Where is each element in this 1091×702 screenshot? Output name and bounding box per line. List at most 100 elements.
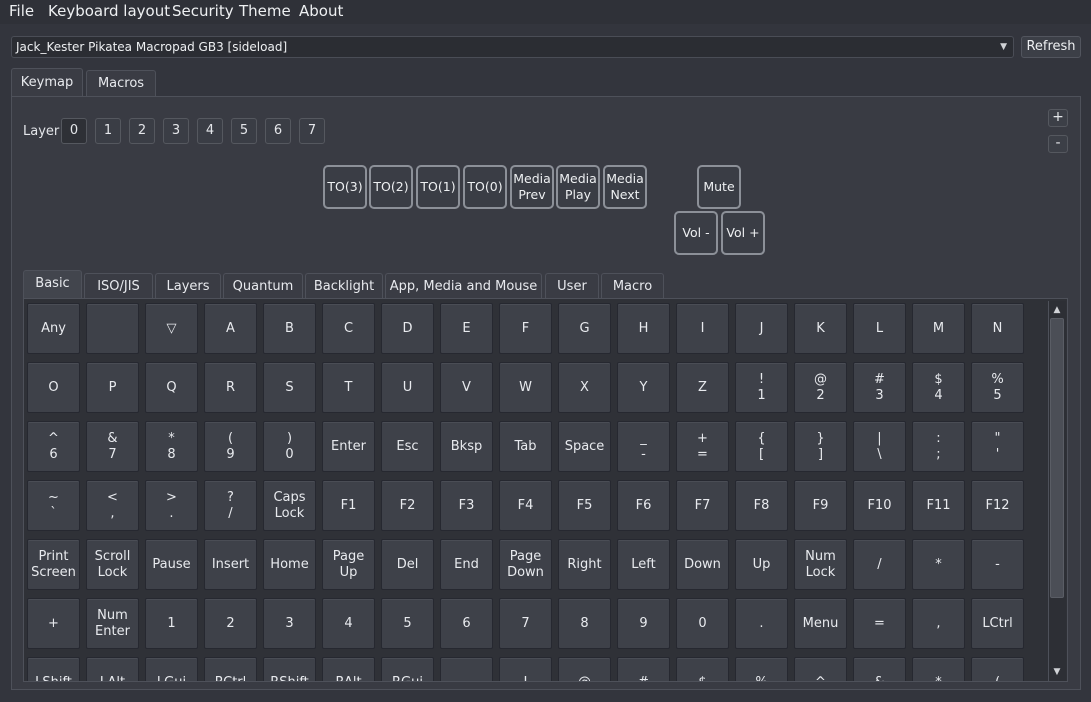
keycode-button[interactable]: 8 [558, 598, 611, 649]
keyboard-key[interactable]: Vol + [721, 211, 765, 255]
keycode-button[interactable]: (9 [204, 421, 257, 472]
layer-button-4[interactable]: 4 [197, 118, 223, 144]
add-layer-button[interactable]: + [1048, 109, 1068, 127]
keycode-button[interactable]: F11 [912, 480, 965, 531]
keycode-button[interactable]: LAlt [86, 657, 139, 681]
layer-button-7[interactable]: 7 [299, 118, 325, 144]
keycode-button[interactable]: = [853, 598, 906, 649]
keycode-button[interactable]: F4 [499, 480, 552, 531]
keycode-button[interactable]: F9 [794, 480, 847, 531]
keycode-button[interactable]: Del [381, 539, 434, 590]
keycode-button[interactable]: Scroll Lock [86, 539, 139, 590]
keycode-button[interactable]: Page Down [499, 539, 552, 590]
refresh-button[interactable]: Refresh [1021, 36, 1081, 58]
keycode-button[interactable]: Page Up [322, 539, 375, 590]
keycode-button[interactable]: * [912, 657, 965, 681]
keycode-button[interactable]: E [440, 303, 493, 354]
keycode-button[interactable]: ( [971, 657, 1024, 681]
keycode-button[interactable]: Menu [794, 598, 847, 649]
keycode-button[interactable]: Any [27, 303, 80, 354]
keycode-button[interactable]: $4 [912, 362, 965, 413]
keycode-button[interactable]: M [912, 303, 965, 354]
menu-security[interactable]: Security [172, 2, 234, 20]
tab-macros[interactable]: Macros [86, 70, 156, 96]
keycode-button[interactable]: Space [558, 421, 611, 472]
tab-macro[interactable]: Macro [601, 273, 664, 299]
keycode-button[interactable]: * [912, 539, 965, 590]
keycode-button[interactable]: S [263, 362, 316, 413]
keycode-button[interactable]: F1 [322, 480, 375, 531]
keycode-button[interactable]: Enter [322, 421, 375, 472]
keycode-button[interactable]: X [558, 362, 611, 413]
keycode-button[interactable]: + = [676, 421, 729, 472]
keycode-button[interactable]: " ' [971, 421, 1024, 472]
keycode-button[interactable]: 3 [263, 598, 316, 649]
keycode-button[interactable]: J [735, 303, 788, 354]
keycode-button[interactable]: Num Lock [794, 539, 847, 590]
keycode-button[interactable]: C [322, 303, 375, 354]
menu-about[interactable]: About [299, 2, 343, 20]
keycode-button[interactable]: }] [794, 421, 847, 472]
keycode-button[interactable]: :; [912, 421, 965, 472]
keycode-button[interactable]: <, [86, 480, 139, 531]
keycode-button[interactable]: G [558, 303, 611, 354]
keycode-button[interactable]: 0 [676, 598, 729, 649]
keycode-button[interactable]: 7 [499, 598, 552, 649]
keycode-button[interactable]: , [912, 598, 965, 649]
tab-iso-jis[interactable]: ISO/JIS [84, 273, 153, 299]
keyboard-key[interactable]: TO(0) [463, 165, 507, 209]
keyboard-key[interactable]: Mute [697, 165, 741, 209]
keycode-button[interactable]: T [322, 362, 375, 413]
keycode-button[interactable]: @ [558, 657, 611, 681]
keycode-button[interactable]: 4 [322, 598, 375, 649]
keycode-button[interactable]: Y [617, 362, 670, 413]
keycode-button[interactable]: RGui [381, 657, 434, 681]
keycode-button[interactable]: #3 [853, 362, 906, 413]
keycode-button[interactable]: LShift [27, 657, 80, 681]
remove-layer-button[interactable]: - [1048, 135, 1068, 153]
keycode-button[interactable]: Print Screen [27, 539, 80, 590]
keycode-button[interactable]: / [853, 539, 906, 590]
scroll-thumb[interactable] [1050, 318, 1064, 598]
keycode-button[interactable]: 6 [440, 598, 493, 649]
keycode-button[interactable]: D [381, 303, 434, 354]
keycode-button[interactable]: 1 [145, 598, 198, 649]
keycode-button[interactable]: RAlt [322, 657, 375, 681]
keycode-button[interactable]: @2 [794, 362, 847, 413]
keycode-button[interactable]: B [263, 303, 316, 354]
keycode-button[interactable]: F2 [381, 480, 434, 531]
keycode-button[interactable]: L [853, 303, 906, 354]
scroll-up-icon[interactable]: ▲ [1050, 303, 1064, 317]
keycode-button[interactable]: & [853, 657, 906, 681]
keycode-button[interactable]: ^ [794, 657, 847, 681]
keycode-button[interactable]: Esc [381, 421, 434, 472]
keycode-button[interactable]: - [971, 539, 1024, 590]
keycode-button[interactable]: % [735, 657, 788, 681]
keycode-button[interactable]: Tab [499, 421, 552, 472]
tab-app-media-and-mouse[interactable]: App, Media and Mouse [385, 273, 542, 299]
keycode-button[interactable]: F12 [971, 480, 1024, 531]
keyboard-key[interactable]: Media Next [603, 165, 647, 209]
keycode-button[interactable]: + [27, 598, 80, 649]
tab-basic[interactable]: Basic [23, 270, 82, 299]
layer-button-0[interactable]: 0 [61, 118, 87, 144]
menu-keyboard-layout[interactable]: Keyboard layout [48, 2, 170, 20]
keycode-button[interactable]: LCtrl [971, 598, 1024, 649]
tab-backlight[interactable]: Backlight [305, 273, 383, 299]
keyboard-key[interactable]: TO(2) [369, 165, 413, 209]
keycode-button[interactable]: {[ [735, 421, 788, 472]
keycode-button[interactable]: A [204, 303, 257, 354]
keycode-button[interactable]: Bksp [440, 421, 493, 472]
keycode-button[interactable]: 9 [617, 598, 670, 649]
keycode-button[interactable]: O [27, 362, 80, 413]
scroll-down-icon[interactable]: ▼ [1050, 665, 1064, 679]
menu-theme[interactable]: Theme [239, 2, 291, 20]
keycode-button[interactable]: End [440, 539, 493, 590]
tab-layers[interactable]: Layers [155, 273, 221, 299]
layer-button-5[interactable]: 5 [231, 118, 257, 144]
keycode-button[interactable]: # [617, 657, 670, 681]
menu-file[interactable]: File [9, 2, 34, 20]
keycode-button[interactable]: Down [676, 539, 729, 590]
keycode-button[interactable]: . [735, 598, 788, 649]
keycode-button[interactable]: % 5 [971, 362, 1024, 413]
